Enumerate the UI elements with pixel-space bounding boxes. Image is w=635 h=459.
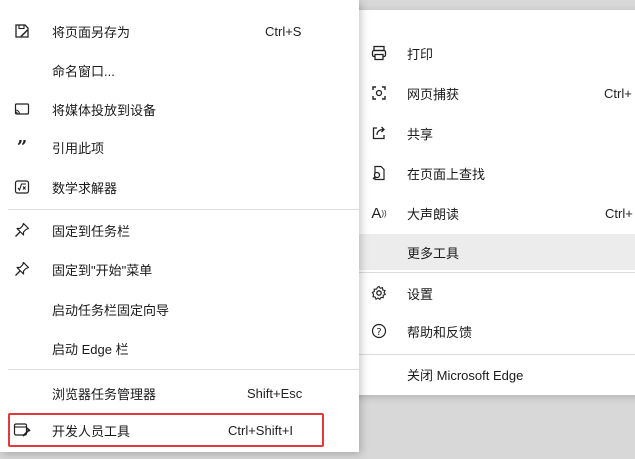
- menu-item-label: 共享: [407, 126, 434, 142]
- menu-item-browser-task-manager[interactable]: 浏览器任务管理器 Shift+Esc: [0, 376, 359, 410]
- menu-item-pin-to-start[interactable]: 固定到"开始"菜单: [0, 252, 359, 286]
- menu-item-taskbar-pin-wizard[interactable]: 启动任务栏固定向导: [0, 292, 359, 326]
- shortcut-label: Shift+Esc: [247, 385, 303, 401]
- shortcut-label: Ctrl+S: [265, 23, 302, 39]
- menu-item-print[interactable]: 打印: [347, 36, 635, 70]
- share-icon: [369, 123, 389, 143]
- separator: [355, 272, 635, 273]
- menu-item-label: 将页面另存为: [52, 24, 131, 40]
- menu-item-read-aloud[interactable]: A)) 大声朗读 Ctrl+: [347, 196, 635, 230]
- menu-item-help-feedback[interactable]: ? 帮助和反馈: [347, 314, 635, 348]
- menu-item-settings[interactable]: 设置: [347, 276, 635, 310]
- menu-item-label: 启动任务栏固定向导: [52, 302, 170, 318]
- separator: [355, 354, 635, 355]
- menu-item-label: 大声朗读: [407, 206, 460, 222]
- menu-item-close-edge[interactable]: 关闭 Microsoft Edge: [347, 357, 635, 391]
- menu-item-label: 命名窗口...: [52, 63, 115, 79]
- menu-item-label: 打印: [407, 46, 434, 62]
- menu-item-save-page-as[interactable]: 将页面另存为 Ctrl+S: [0, 14, 359, 48]
- svg-text:?: ?: [376, 327, 381, 338]
- menu-item-label: 在页面上查找: [407, 166, 486, 182]
- math-solver-icon: [12, 177, 32, 197]
- menu-item-math-solver[interactable]: 数学求解器: [0, 170, 359, 204]
- find-on-page-icon: [369, 163, 389, 183]
- menu-item-label: 更多工具: [407, 245, 460, 261]
- read-aloud-icon: A)): [371, 204, 387, 222]
- more-tools-submenu: 将页面另存为 Ctrl+S 命名窗口... 将媒体投放到设备 ” 引用此项 数学…: [0, 0, 359, 452]
- pin-icon: [12, 220, 32, 240]
- menu-item-label: 启动 Edge 栏: [52, 341, 129, 357]
- cast-icon: [12, 99, 32, 119]
- menu-item-label: 设置: [407, 286, 434, 302]
- quote-icon: ”: [16, 136, 28, 158]
- menu-item-share[interactable]: 共享: [347, 116, 635, 150]
- menu-item-label: 关闭 Microsoft Edge: [407, 367, 524, 383]
- menu-item-pin-to-taskbar[interactable]: 固定到任务栏: [0, 213, 359, 247]
- menu-item-name-window[interactable]: 命名窗口...: [0, 53, 359, 87]
- shortcut-label: Ctrl+: [604, 85, 632, 101]
- menu-item-label: 将媒体投放到设备: [52, 102, 157, 118]
- gear-icon: [369, 283, 389, 303]
- menu-item-label: 网页捕获: [407, 86, 460, 102]
- menu-item-more-tools[interactable]: 更多工具: [347, 234, 635, 270]
- menu-item-launch-edge-bar[interactable]: 启动 Edge 栏: [0, 331, 359, 365]
- separator: [8, 209, 359, 210]
- save-page-icon: [12, 21, 32, 41]
- shortcut-label: Ctrl+: [605, 205, 633, 221]
- menu-item-label: 数学求解器: [52, 180, 118, 196]
- menu-item-find-on-page[interactable]: 在页面上查找: [347, 156, 635, 190]
- developer-tools-highlight-box: [8, 413, 324, 447]
- menu-item-cite-this[interactable]: ” 引用此项: [0, 130, 359, 164]
- menu-item-label: 帮助和反馈: [407, 324, 473, 340]
- printer-icon: [369, 43, 389, 63]
- menu-item-label: 引用此项: [52, 140, 105, 156]
- main-menu: 打印 网页捕获 Ctrl+ 共享 在页面上查找 A)) 大声朗读 Ctrl+ 更…: [347, 10, 635, 395]
- web-capture-icon: [369, 83, 389, 103]
- menu-item-label: 固定到"开始"菜单: [52, 262, 153, 278]
- menu-item-web-capture[interactable]: 网页捕获 Ctrl+: [347, 76, 635, 110]
- pin-icon: [12, 259, 32, 279]
- help-icon: ?: [369, 321, 389, 341]
- menu-item-cast-media[interactable]: 将媒体投放到设备: [0, 92, 359, 126]
- menu-item-label: 固定到任务栏: [52, 223, 131, 239]
- separator: [8, 369, 359, 370]
- menu-item-label: 浏览器任务管理器: [52, 386, 157, 402]
